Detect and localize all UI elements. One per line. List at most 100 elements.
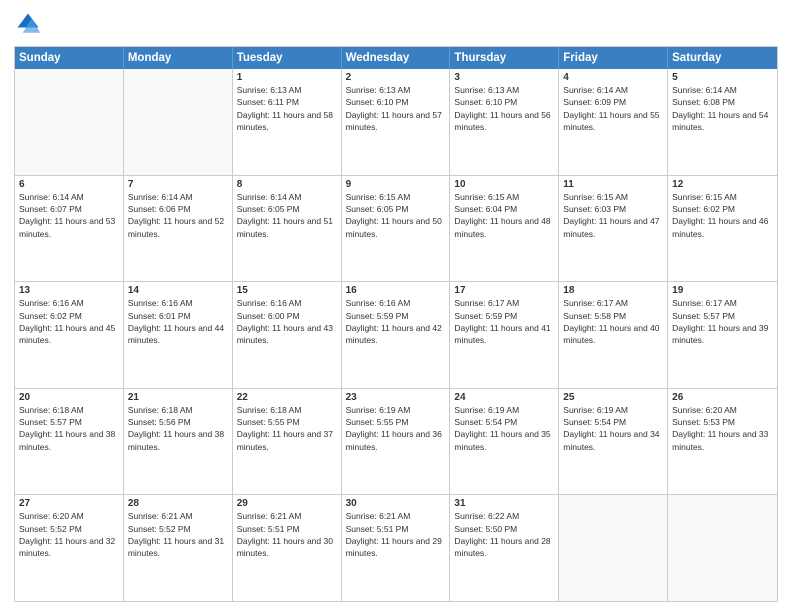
sunset-text: Sunset: 5:57 PM [19, 416, 119, 428]
sunset-text: Sunset: 5:59 PM [346, 310, 446, 322]
day-number: 23 [346, 392, 446, 403]
sunrise-text: Sunrise: 6:18 AM [19, 404, 119, 416]
daylight-text: Daylight: 11 hours and 51 minutes. [237, 215, 337, 240]
day-number: 18 [563, 285, 663, 296]
daylight-text: Daylight: 11 hours and 32 minutes. [19, 535, 119, 560]
cell-info: Sunrise: 6:20 AMSunset: 5:53 PMDaylight:… [672, 404, 773, 453]
daylight-text: Daylight: 11 hours and 28 minutes. [454, 535, 554, 560]
sunrise-text: Sunrise: 6:17 AM [454, 297, 554, 309]
cell-info: Sunrise: 6:20 AMSunset: 5:52 PMDaylight:… [19, 510, 119, 559]
sunset-text: Sunset: 6:07 PM [19, 203, 119, 215]
sunset-text: Sunset: 6:08 PM [672, 96, 773, 108]
calendar-cell: 14Sunrise: 6:16 AMSunset: 6:01 PMDayligh… [124, 282, 233, 388]
daylight-text: Daylight: 11 hours and 50 minutes. [346, 215, 446, 240]
cell-info: Sunrise: 6:16 AMSunset: 5:59 PMDaylight:… [346, 297, 446, 346]
calendar-cell: 28Sunrise: 6:21 AMSunset: 5:52 PMDayligh… [124, 495, 233, 601]
cell-info: Sunrise: 6:18 AMSunset: 5:56 PMDaylight:… [128, 404, 228, 453]
daylight-text: Daylight: 11 hours and 35 minutes. [454, 428, 554, 453]
calendar-cell: 9Sunrise: 6:15 AMSunset: 6:05 PMDaylight… [342, 176, 451, 282]
sunrise-text: Sunrise: 6:17 AM [563, 297, 663, 309]
daylight-text: Daylight: 11 hours and 38 minutes. [128, 428, 228, 453]
cell-info: Sunrise: 6:13 AMSunset: 6:10 PMDaylight:… [454, 84, 554, 133]
daylight-text: Daylight: 11 hours and 37 minutes. [237, 428, 337, 453]
daylight-text: Daylight: 11 hours and 42 minutes. [346, 322, 446, 347]
sunset-text: Sunset: 6:02 PM [672, 203, 773, 215]
day-number: 25 [563, 392, 663, 403]
calendar-cell: 29Sunrise: 6:21 AMSunset: 5:51 PMDayligh… [233, 495, 342, 601]
calendar-cell: 17Sunrise: 6:17 AMSunset: 5:59 PMDayligh… [450, 282, 559, 388]
sunrise-text: Sunrise: 6:13 AM [454, 84, 554, 96]
day-number: 14 [128, 285, 228, 296]
sunrise-text: Sunrise: 6:21 AM [237, 510, 337, 522]
daylight-text: Daylight: 11 hours and 55 minutes. [563, 109, 663, 134]
logo-icon [14, 10, 42, 38]
calendar-week-row: 20Sunrise: 6:18 AMSunset: 5:57 PMDayligh… [15, 388, 777, 495]
cell-info: Sunrise: 6:13 AMSunset: 6:11 PMDaylight:… [237, 84, 337, 133]
day-number: 4 [563, 72, 663, 83]
cell-info: Sunrise: 6:18 AMSunset: 5:55 PMDaylight:… [237, 404, 337, 453]
sunrise-text: Sunrise: 6:19 AM [454, 404, 554, 416]
cell-info: Sunrise: 6:14 AMSunset: 6:06 PMDaylight:… [128, 191, 228, 240]
daylight-text: Daylight: 11 hours and 34 minutes. [563, 428, 663, 453]
cell-info: Sunrise: 6:15 AMSunset: 6:05 PMDaylight:… [346, 191, 446, 240]
sunrise-text: Sunrise: 6:14 AM [237, 191, 337, 203]
day-number: 5 [672, 72, 773, 83]
cell-info: Sunrise: 6:17 AMSunset: 5:57 PMDaylight:… [672, 297, 773, 346]
sunrise-text: Sunrise: 6:13 AM [237, 84, 337, 96]
calendar-cell: 10Sunrise: 6:15 AMSunset: 6:04 PMDayligh… [450, 176, 559, 282]
sunrise-text: Sunrise: 6:13 AM [346, 84, 446, 96]
sunrise-text: Sunrise: 6:21 AM [346, 510, 446, 522]
sunrise-text: Sunrise: 6:21 AM [128, 510, 228, 522]
day-number: 2 [346, 72, 446, 83]
day-number: 24 [454, 392, 554, 403]
calendar-cell: 27Sunrise: 6:20 AMSunset: 5:52 PMDayligh… [15, 495, 124, 601]
daylight-text: Daylight: 11 hours and 53 minutes. [19, 215, 119, 240]
sunrise-text: Sunrise: 6:19 AM [563, 404, 663, 416]
sunset-text: Sunset: 6:06 PM [128, 203, 228, 215]
sunset-text: Sunset: 6:11 PM [237, 96, 337, 108]
calendar-cell: 2Sunrise: 6:13 AMSunset: 6:10 PMDaylight… [342, 69, 451, 175]
daylight-text: Daylight: 11 hours and 47 minutes. [563, 215, 663, 240]
sunset-text: Sunset: 5:59 PM [454, 310, 554, 322]
day-number: 7 [128, 179, 228, 190]
sunset-text: Sunset: 6:05 PM [346, 203, 446, 215]
cell-info: Sunrise: 6:16 AMSunset: 6:01 PMDaylight:… [128, 297, 228, 346]
calendar-cell: 16Sunrise: 6:16 AMSunset: 5:59 PMDayligh… [342, 282, 451, 388]
sunrise-text: Sunrise: 6:14 AM [128, 191, 228, 203]
day-number: 20 [19, 392, 119, 403]
cell-info: Sunrise: 6:21 AMSunset: 5:51 PMDaylight:… [237, 510, 337, 559]
day-number: 1 [237, 72, 337, 83]
day-number: 31 [454, 498, 554, 509]
day-number: 29 [237, 498, 337, 509]
day-number: 8 [237, 179, 337, 190]
sunrise-text: Sunrise: 6:20 AM [19, 510, 119, 522]
calendar-cell [668, 495, 777, 601]
sunset-text: Sunset: 6:00 PM [237, 310, 337, 322]
sunrise-text: Sunrise: 6:14 AM [672, 84, 773, 96]
daylight-text: Daylight: 11 hours and 45 minutes. [19, 322, 119, 347]
calendar-cell: 26Sunrise: 6:20 AMSunset: 5:53 PMDayligh… [668, 389, 777, 495]
day-number: 21 [128, 392, 228, 403]
sunset-text: Sunset: 6:10 PM [346, 96, 446, 108]
day-number: 13 [19, 285, 119, 296]
calendar-cell: 12Sunrise: 6:15 AMSunset: 6:02 PMDayligh… [668, 176, 777, 282]
daylight-text: Daylight: 11 hours and 44 minutes. [128, 322, 228, 347]
daylight-text: Daylight: 11 hours and 40 minutes. [563, 322, 663, 347]
calendar-cell [124, 69, 233, 175]
calendar-cell [559, 495, 668, 601]
calendar-cell: 21Sunrise: 6:18 AMSunset: 5:56 PMDayligh… [124, 389, 233, 495]
calendar-cell: 25Sunrise: 6:19 AMSunset: 5:54 PMDayligh… [559, 389, 668, 495]
weekday-header: Tuesday [233, 47, 342, 69]
sunrise-text: Sunrise: 6:20 AM [672, 404, 773, 416]
sunset-text: Sunset: 5:54 PM [454, 416, 554, 428]
day-number: 10 [454, 179, 554, 190]
cell-info: Sunrise: 6:18 AMSunset: 5:57 PMDaylight:… [19, 404, 119, 453]
day-number: 3 [454, 72, 554, 83]
calendar-cell: 15Sunrise: 6:16 AMSunset: 6:00 PMDayligh… [233, 282, 342, 388]
sunset-text: Sunset: 5:51 PM [346, 523, 446, 535]
sunrise-text: Sunrise: 6:16 AM [19, 297, 119, 309]
cell-info: Sunrise: 6:17 AMSunset: 5:58 PMDaylight:… [563, 297, 663, 346]
cell-info: Sunrise: 6:13 AMSunset: 6:10 PMDaylight:… [346, 84, 446, 133]
cell-info: Sunrise: 6:17 AMSunset: 5:59 PMDaylight:… [454, 297, 554, 346]
day-number: 9 [346, 179, 446, 190]
